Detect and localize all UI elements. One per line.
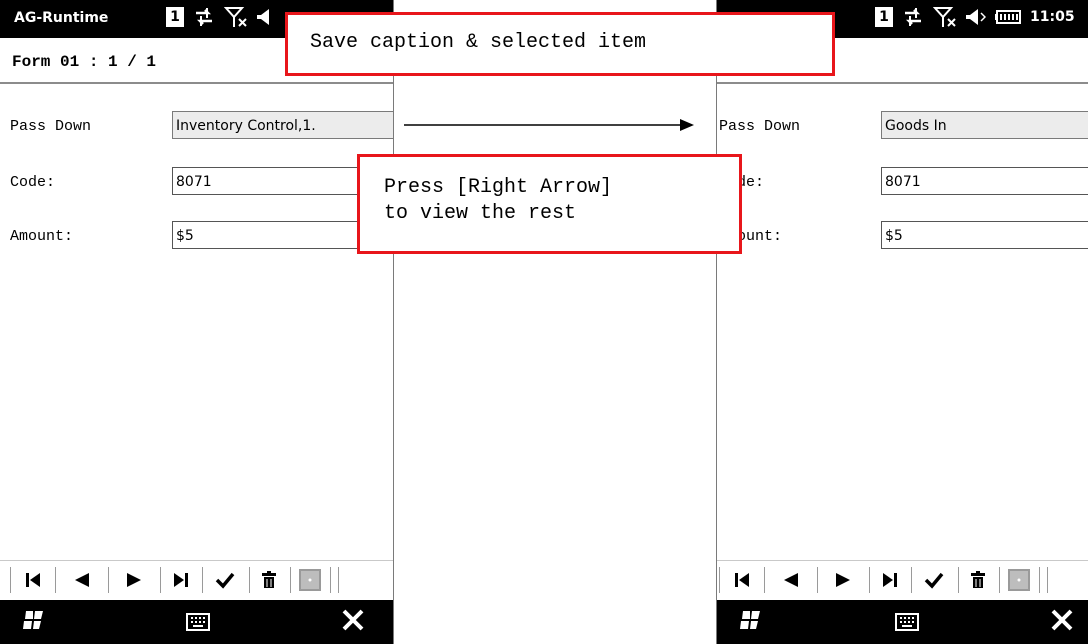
field-row-code: Code: 8071 xyxy=(0,167,393,197)
no-signal-icon xyxy=(933,6,957,28)
delete-icon[interactable] xyxy=(255,565,283,595)
next-record-icon[interactable] xyxy=(823,565,863,595)
divider xyxy=(330,567,331,593)
divider xyxy=(290,567,291,593)
annotation-text: to view the rest xyxy=(384,202,577,225)
left-device-screen: AG-Runtime 1 Form 01 : 1 / 1 Pass Down I… xyxy=(0,0,394,644)
close-icon[interactable] xyxy=(342,609,364,636)
no-signal-icon xyxy=(224,6,248,28)
speaker-icon xyxy=(257,7,269,27)
divider xyxy=(249,567,250,593)
status-icons: 1 11:05 xyxy=(875,6,1075,28)
data-sync-icon xyxy=(902,7,924,27)
field-row-amount: Amount: $5 xyxy=(0,221,393,251)
right-arrow-connector xyxy=(404,119,694,131)
windows-start-icon[interactable] xyxy=(739,610,761,635)
code-field[interactable]: 8071 xyxy=(881,167,1088,195)
speaker-icon xyxy=(966,7,986,27)
confirm-icon[interactable] xyxy=(916,565,952,595)
divider xyxy=(108,567,109,593)
divider xyxy=(338,567,339,593)
divider xyxy=(719,567,720,593)
divider xyxy=(817,567,818,593)
record-nav-bar xyxy=(0,560,393,597)
pass-down-field[interactable]: Goods In xyxy=(881,111,1088,139)
next-record-icon[interactable] xyxy=(114,565,154,595)
keyboard-icon[interactable] xyxy=(186,613,210,636)
right-device-screen: 1 11:05 Form 01 : 1 / 1 Pass Down Goods … xyxy=(716,0,1088,644)
divider xyxy=(958,567,959,593)
data-sync-icon xyxy=(193,7,215,27)
scanner-icon[interactable] xyxy=(1006,565,1032,595)
delete-icon[interactable] xyxy=(964,565,992,595)
annotation-text: Save caption & selected item xyxy=(310,31,647,54)
battery-icon xyxy=(995,10,1021,24)
amount-field[interactable]: $5 xyxy=(881,221,1088,249)
status-icons: 1 xyxy=(166,6,269,28)
scanner-icon[interactable] xyxy=(297,565,323,595)
close-icon[interactable] xyxy=(1051,609,1073,636)
first-record-icon[interactable] xyxy=(725,565,759,595)
annotation-press-right-arrow: Press [Right Arrow] to view the rest xyxy=(357,154,742,254)
field-row-pass-down: Pass Down Inventory Control,1. xyxy=(0,111,393,141)
divider xyxy=(999,567,1000,593)
divider xyxy=(160,567,161,593)
divider xyxy=(764,567,765,593)
field-label: Pass Down xyxy=(719,118,801,135)
clock: 11:05 xyxy=(1030,9,1075,25)
field-row-code: Code: 8071 xyxy=(717,167,1088,197)
divider xyxy=(1039,567,1040,593)
first-record-icon[interactable] xyxy=(16,565,50,595)
keyboard-icon[interactable] xyxy=(895,613,919,636)
divider xyxy=(869,567,870,593)
sim-1-icon: 1 xyxy=(875,7,893,27)
field-label: Pass Down xyxy=(10,118,92,135)
sim-1-icon: 1 xyxy=(166,7,184,27)
last-record-icon[interactable] xyxy=(873,565,907,595)
taskbar xyxy=(717,600,1088,644)
app-title: AG-Runtime xyxy=(14,10,109,26)
confirm-icon[interactable] xyxy=(207,565,243,595)
field-row-amount: Amount: $5 xyxy=(717,221,1088,251)
divider xyxy=(911,567,912,593)
divider xyxy=(1047,567,1048,593)
windows-start-icon[interactable] xyxy=(22,610,44,635)
annotation-text: Press [Right Arrow] xyxy=(384,176,613,199)
taskbar xyxy=(0,600,393,644)
prev-record-icon[interactable] xyxy=(62,565,102,595)
prev-record-icon[interactable] xyxy=(771,565,811,595)
field-row-pass-down: Pass Down Goods In xyxy=(717,111,1088,141)
divider xyxy=(10,567,11,593)
field-label: Code: xyxy=(10,174,56,191)
form-caption: Form 01 : 1 / 1 xyxy=(12,53,157,71)
field-label: Amount: xyxy=(10,228,74,245)
divider xyxy=(55,567,56,593)
divider xyxy=(202,567,203,593)
last-record-icon[interactable] xyxy=(164,565,198,595)
pass-down-field[interactable]: Inventory Control,1. xyxy=(172,111,393,139)
record-nav-bar xyxy=(717,560,1088,597)
annotation-save-caption: Save caption & selected item xyxy=(285,12,835,76)
